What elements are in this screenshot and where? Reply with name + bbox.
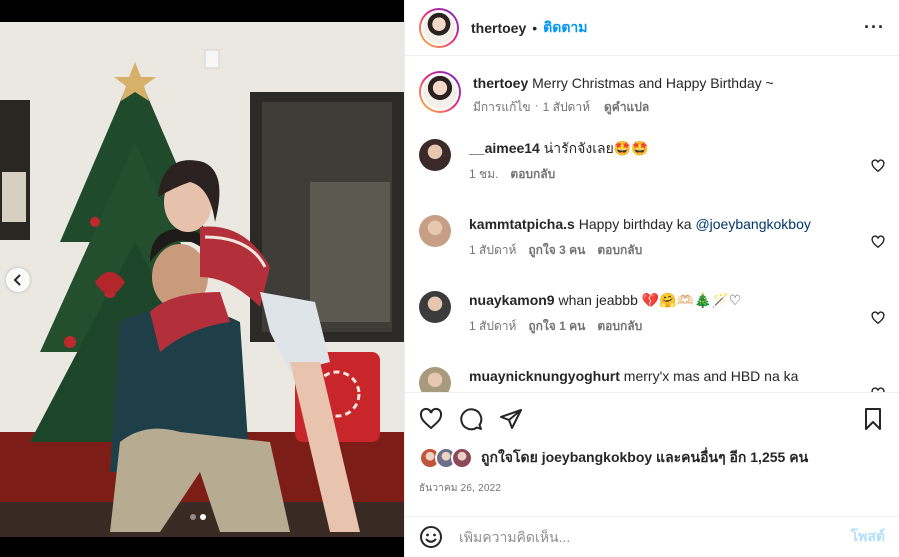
caption-dot: · (534, 98, 539, 112)
post-photo (0, 22, 404, 537)
comment-heart-icon[interactable] (871, 311, 885, 325)
comment-like-count[interactable]: ถูกใจ 3 คน (528, 241, 585, 260)
comment-item: nuaykamon9 whan jeabbb 💔🤗🫶🏻🎄🪄♡ 1 สัปดาห์ ถ… (419, 291, 885, 336)
heart-icon[interactable] (419, 407, 443, 431)
comment-item: kammtatpicha.s Happy birthday ka @joeyba… (419, 215, 885, 260)
photo-illustration (0, 22, 404, 537)
comment-text: whan jeabbb 💔🤗🫶🏻🎄🪄♡ (558, 292, 742, 308)
reply-button[interactable]: ตอบกลับ (597, 317, 642, 336)
comment-time[interactable]: 1 สัปดาห์ (469, 241, 516, 260)
comment-icon[interactable] (459, 407, 483, 431)
comment-heart-icon[interactable] (871, 235, 885, 249)
post-comment-button[interactable]: โพสต์ (851, 526, 885, 548)
liker-avatar[interactable] (451, 447, 473, 469)
more-options-icon[interactable]: ··· (864, 17, 885, 38)
carousel-prev-button[interactable] (6, 268, 30, 292)
post-media (0, 0, 404, 557)
comment-username[interactable]: kammtatpicha.s (469, 216, 575, 232)
comment-input[interactable] (459, 529, 851, 545)
comment-username[interactable]: nuaykamon9 (469, 292, 555, 308)
reply-button[interactable]: ตอบกลับ (597, 241, 642, 260)
caption-username[interactable]: thertoey (473, 75, 528, 91)
likes-summary[interactable]: ถูกใจโดย joeybangkokboy และคนอื่นๆ อีก 1… (419, 445, 885, 471)
comment-heart-icon[interactable] (871, 159, 885, 173)
comment-item: muaynicknungyoghurt merry'x mas and HBD … (419, 367, 885, 392)
follow-button[interactable]: ติดตาม (543, 17, 587, 39)
caption-edited: มีการแก้ไข (473, 100, 531, 114)
post-details: thertoey • ติดตาม ··· thertoey Merry Chr… (404, 0, 899, 557)
caption-time[interactable]: 1 สัปดาห์ (543, 98, 590, 117)
instagram-post-view: thertoey • ติดตาม ··· thertoey Merry Chr… (0, 0, 899, 557)
see-translation-button[interactable]: ดูคำแปล (604, 98, 649, 117)
carousel-dot[interactable] (190, 514, 196, 520)
carousel-dot-active[interactable] (200, 514, 206, 520)
comment-time[interactable]: 1 สัปดาห์ (469, 317, 516, 336)
author-avatar[interactable] (419, 7, 459, 48)
commenter-avatar[interactable] (419, 215, 451, 247)
share-icon[interactable] (499, 407, 523, 431)
comment-composer: โพสต์ (405, 516, 899, 557)
comment-text: น่ารักจังเลย🤩🤩 (543, 140, 649, 156)
liker-avatars (419, 447, 475, 469)
comment-like-count[interactable]: ถูกใจ 1 คน (528, 317, 585, 336)
comment-time[interactable]: 1 ชม. (469, 165, 498, 184)
post-header: thertoey • ติดตาม ··· (405, 0, 899, 56)
post-caption: thertoey Merry Christmas and Happy Birth… (419, 71, 885, 117)
header-separator: • (532, 19, 538, 36)
caption-text: Merry Christmas and Happy Birthday ~ (532, 75, 774, 91)
comment-text: Happy birthday ka (578, 216, 692, 232)
author-username[interactable]: thertoey (471, 20, 526, 36)
comment-username[interactable]: muaynicknungyoghurt (469, 368, 620, 384)
commenter-avatar[interactable] (419, 291, 451, 323)
comment-mention[interactable]: @joeybangkokboy (695, 216, 810, 232)
comments-list[interactable]: thertoey Merry Christmas and Happy Birth… (405, 57, 899, 392)
save-icon[interactable] (861, 407, 885, 431)
comment-text: merry'x mas and HBD na ka (623, 368, 799, 384)
carousel-dots (190, 514, 206, 520)
emoji-icon[interactable] (419, 525, 443, 549)
post-actions: ถูกใจโดย joeybangkokboy และคนอื่นๆ อีก 1… (405, 392, 899, 496)
chevron-left-icon (13, 274, 21, 286)
post-date[interactable]: ธันวาคม 26, 2022 (419, 481, 885, 496)
comment-item: __aimee14 น่ารักจังเลย🤩🤩 1 ชม. ตอบกลับ (419, 139, 885, 184)
commenter-avatar[interactable] (419, 367, 451, 392)
commenter-avatar[interactable] (419, 139, 451, 171)
caption-avatar[interactable] (419, 71, 461, 113)
comment-username[interactable]: __aimee14 (469, 140, 540, 156)
likes-text[interactable]: ถูกใจโดย joeybangkokboy และคนอื่นๆ อีก 1… (481, 447, 808, 469)
reply-button[interactable]: ตอบกลับ (510, 165, 555, 184)
